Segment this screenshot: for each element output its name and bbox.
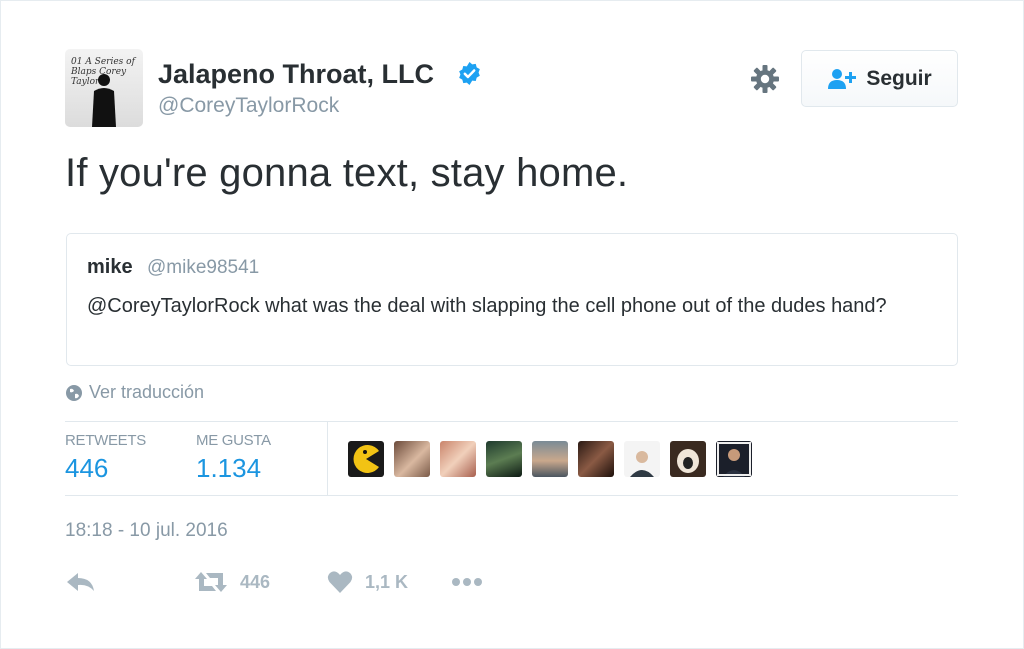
retweets-count[interactable]: 446	[65, 453, 108, 484]
favoriter-avatars	[348, 441, 752, 477]
retweet-button[interactable]: 446	[194, 566, 270, 598]
account-name[interactable]: Jalapeno Throat, LLC	[158, 59, 434, 90]
likes-label: ME GUSTA	[196, 432, 271, 449]
add-user-icon	[828, 68, 857, 89]
quoted-tweet[interactable]: mike @mike98541 @CoreyTaylorRock what wa…	[66, 233, 958, 366]
likes-count[interactable]: 1.134	[196, 453, 261, 484]
translate-link[interactable]: Ver traducción	[65, 382, 204, 403]
reply-icon	[67, 573, 94, 591]
heart-icon	[327, 571, 353, 593]
reply-button[interactable]	[66, 566, 96, 598]
dog-avatar-icon[interactable]	[670, 441, 706, 477]
tweet-timestamp[interactable]: 18:18 - 10 jul. 2016	[65, 520, 228, 542]
gear-icon[interactable]	[749, 63, 781, 95]
divider	[65, 495, 958, 496]
woman-avatar-icon[interactable]	[578, 441, 614, 477]
translate-label: Ver traducción	[89, 382, 205, 402]
woman-avatar-icon[interactable]	[440, 441, 476, 477]
tweet-card: 01 A Series of Blaps Corey Taylor Jalape…	[0, 0, 1024, 649]
like-button[interactable]: 1,1 K	[327, 566, 408, 598]
like-count: 1,1 K	[365, 571, 409, 592]
quoted-text: @CoreyTaylorRock what was the deal with …	[87, 295, 887, 317]
follow-button[interactable]: Seguir	[801, 50, 958, 107]
woman-avatar-icon[interactable]	[394, 441, 430, 477]
retweet-count: 446	[240, 571, 271, 592]
man-avatar-icon[interactable]	[716, 441, 752, 477]
pacman-avatar-icon[interactable]	[348, 441, 384, 477]
divider	[65, 421, 958, 422]
follow-button-label: Seguir	[866, 66, 932, 90]
more-dots-icon	[452, 578, 482, 586]
quoted-author-handle: @mike98541	[147, 257, 260, 278]
man-avatar-icon[interactable]	[532, 441, 568, 477]
man-avatar-icon[interactable]	[624, 441, 660, 477]
retweet-icon	[195, 572, 227, 592]
avatar[interactable]: 01 A Series of Blaps Corey Taylor	[65, 49, 143, 127]
retweets-label: RETWEETS	[65, 432, 146, 449]
landscape-avatar-icon[interactable]	[486, 441, 522, 477]
verified-badge-icon	[459, 62, 480, 85]
stats-divider	[327, 422, 328, 495]
tweet-text: If you're gonna text, stay home.	[65, 151, 629, 195]
more-button[interactable]	[451, 566, 483, 598]
quoted-author-name: mike	[87, 256, 133, 278]
silhouette-icon	[92, 74, 116, 127]
tweet-actions: 446 1,1 K	[1, 566, 1024, 598]
account-handle[interactable]: @CoreyTaylorRock	[158, 94, 339, 118]
globe-icon	[66, 384, 82, 401]
